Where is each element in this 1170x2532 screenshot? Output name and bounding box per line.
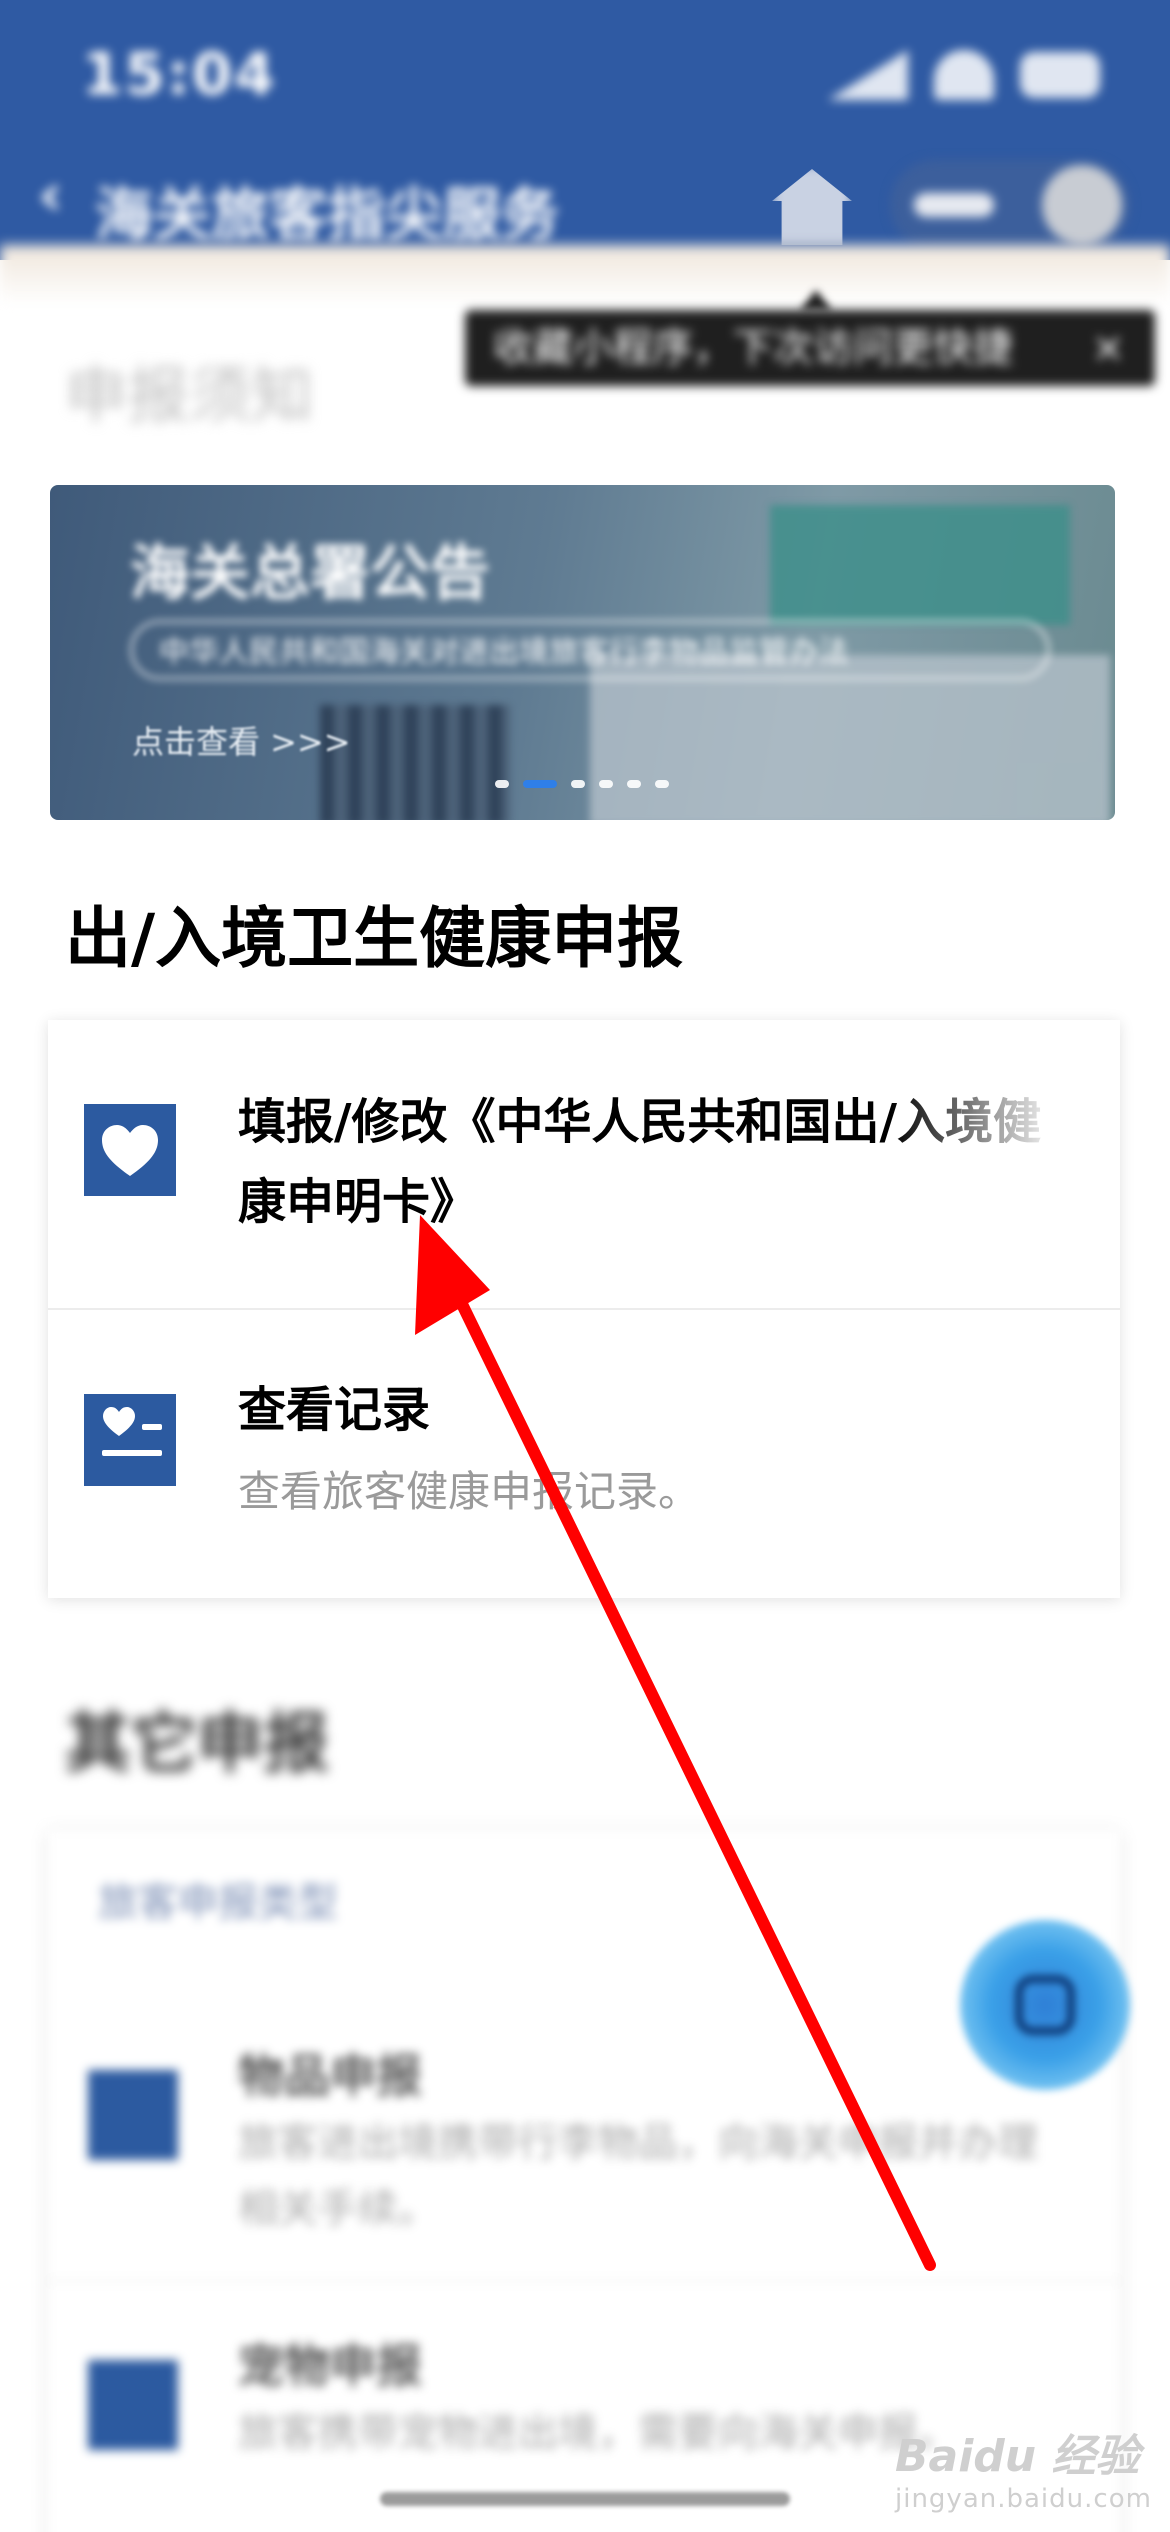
banner-pagination	[495, 780, 669, 788]
records-line	[142, 1424, 162, 1430]
home-indicator[interactable]	[380, 2492, 790, 2506]
tooltip-pointer	[800, 290, 832, 310]
records-icon	[84, 1394, 176, 1486]
status-time: 15:04	[82, 40, 277, 108]
favorite-tooltip: 收藏小程序，下次访问更快捷 ×	[465, 310, 1155, 386]
banner-view-link[interactable]: 点击查看 >>>	[132, 717, 351, 763]
miniprogram-capsule	[890, 160, 1130, 250]
pagination-dot[interactable]	[599, 780, 613, 788]
pagination-dot[interactable]	[655, 780, 669, 788]
watermark-sub: jingyan.baidu.com	[895, 2484, 1152, 2514]
health-declaration-card: 填报/修改《中华人民共和国出/入境健康申明卡》 查看记录 查看旅客健康申报记录。	[48, 1020, 1120, 1598]
wifi-icon	[934, 50, 994, 100]
tooltip-text: 收藏小程序，下次访问更快捷	[493, 325, 1013, 371]
status-icons	[828, 50, 1100, 100]
header-shadow	[0, 245, 1170, 305]
heart-shape	[102, 1125, 158, 1176]
banner-subtitle: 中华人民共和国海关对进出境旅客行李物品监管办法	[130, 620, 1050, 680]
health-section-title: 出/入境卫生健康申报	[65, 900, 684, 977]
service-icon	[1015, 1975, 1075, 2035]
floating-service-button[interactable]	[960, 1920, 1130, 2090]
other-section-title: 其它申报	[65, 1705, 329, 1782]
battery-icon	[1020, 52, 1100, 98]
row-fade	[890, 1060, 1120, 1200]
goods-declaration-item[interactable]: 物品申报 旅客进出境携带行李物品，向海关申报并办理相关手续。	[48, 1990, 1120, 2282]
announcement-banner[interactable]: 海关总署公告 中华人民共和国海关对进出境旅客行李物品监管办法 点击查看 >>>	[50, 485, 1115, 820]
signal-icon	[828, 50, 908, 100]
view-records-subtitle: 查看旅客健康申报记录。	[238, 1467, 701, 1516]
fill-health-card-item[interactable]: 填报/修改《中华人民共和国出/入境健康申明卡》	[48, 1020, 1120, 1310]
home-icon[interactable]	[772, 169, 852, 245]
close-miniprogram-button[interactable]	[1042, 165, 1122, 245]
watermark: Baidu 经验 jingyan.baidu.com	[895, 2420, 1152, 2514]
other-section-header: 旅客申报类型	[98, 1880, 338, 1926]
banner-image-window	[770, 505, 1070, 625]
page-title: 海关旅客指尖服务	[95, 181, 560, 249]
form-icon	[88, 2070, 178, 2160]
app-header: 15:04 ‹ 海关旅客指尖服务	[0, 0, 1170, 260]
banner-title: 海关总署公告	[130, 539, 490, 609]
heart-icon	[84, 1104, 176, 1196]
goods-declaration-title: 物品申报	[238, 2049, 422, 2103]
watermark-main: Baidu 经验	[895, 2431, 1140, 2482]
records-line	[102, 1450, 162, 1456]
records-heart-shape	[103, 1407, 135, 1436]
back-icon[interactable]: ‹	[38, 160, 63, 230]
pagination-dot[interactable]	[571, 780, 585, 788]
pet-declaration-title: 宠物申报	[238, 2339, 422, 2393]
pet-icon	[88, 2360, 178, 2450]
view-records-item[interactable]: 查看记录 查看旅客健康申报记录。	[48, 1310, 1120, 1598]
view-records-title: 查看记录	[238, 1382, 431, 1438]
goods-declaration-desc: 旅客进出境携带行李物品，向海关申报并办理相关手续。	[238, 2120, 1038, 2232]
screen: 15:04 ‹ 海关旅客指尖服务 收藏小程序，下次访问更快捷 × 申报须知 海关…	[0, 0, 1170, 2532]
pagination-dot[interactable]	[495, 780, 509, 788]
more-menu-button[interactable]	[914, 193, 994, 217]
notice-section-title: 申报须知	[65, 359, 314, 432]
close-icon[interactable]: ×	[1091, 310, 1125, 386]
pagination-dot[interactable]	[627, 780, 641, 788]
pagination-dot-active[interactable]	[523, 780, 557, 788]
